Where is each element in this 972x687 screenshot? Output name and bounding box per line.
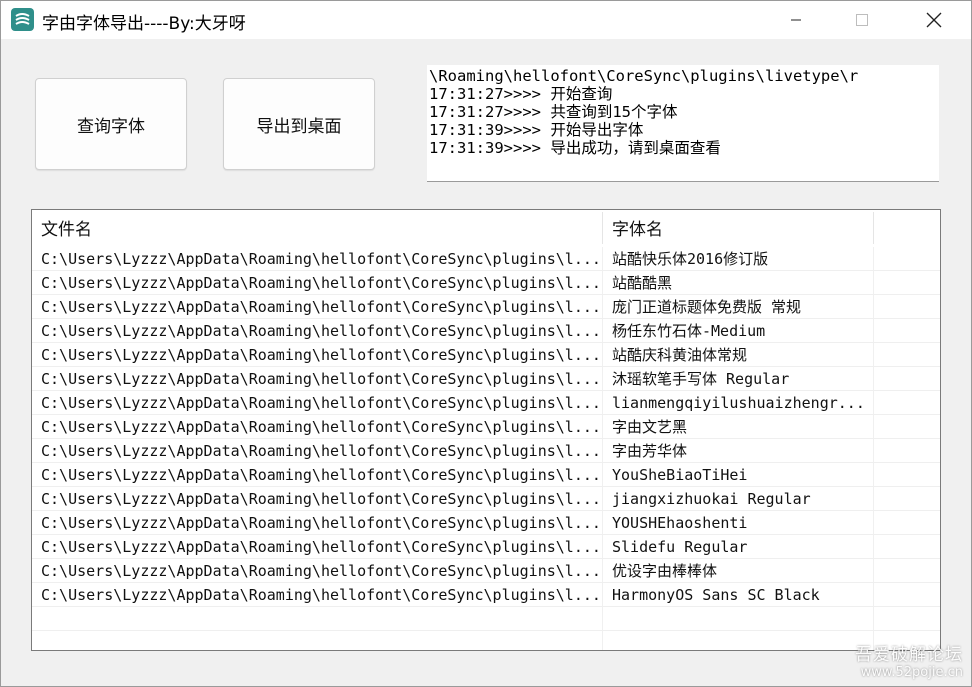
watermark-title: 吾爱破解论坛 xyxy=(855,645,963,665)
cell-filename: C:\Users\Lyzzz\AppData\Roaming\hellofont… xyxy=(41,514,601,532)
cell-filename: C:\Users\Lyzzz\AppData\Roaming\hellofont… xyxy=(41,346,601,364)
query-fonts-button[interactable]: 查询字体 xyxy=(35,78,187,170)
empty-row xyxy=(32,607,940,631)
maximize-button[interactable] xyxy=(827,1,897,39)
app-window: 字由字体导出----By:大牙呀 查询字体 导出到桌面 \Roaming\hel… xyxy=(0,0,972,687)
table-row[interactable]: C:\Users\Lyzzz\AppData\Roaming\hellofont… xyxy=(32,319,940,343)
maximize-icon xyxy=(856,14,868,26)
table-row[interactable]: C:\Users\Lyzzz\AppData\Roaming\hellofont… xyxy=(32,367,940,391)
cell-filename: C:\Users\Lyzzz\AppData\Roaming\hellofont… xyxy=(41,490,601,508)
column-header-fontname[interactable]: 字体名 xyxy=(603,210,873,246)
cell-filename: C:\Users\Lyzzz\AppData\Roaming\hellofont… xyxy=(41,562,601,580)
watermark: 吾爱破解论坛 www.52pojie.cn xyxy=(855,640,963,680)
cell-filename: C:\Users\Lyzzz\AppData\Roaming\hellofont… xyxy=(41,466,601,484)
cell-fontname: 庞门正道标题体免费版 常规 xyxy=(612,298,802,316)
table-row[interactable]: C:\Users\Lyzzz\AppData\Roaming\hellofont… xyxy=(32,271,940,295)
cell-fontname: YouSheBiaoTiHei xyxy=(612,466,748,484)
cell-fontname: HarmonyOS Sans SC Black xyxy=(612,586,820,604)
minimize-icon xyxy=(791,19,801,21)
cell-fontname: 站酷庆科黄油体常规 xyxy=(612,346,748,364)
table-row[interactable]: C:\Users\Lyzzz\AppData\Roaming\hellofont… xyxy=(32,247,940,271)
log-line: 17:31:39>>>> 开始导出字体 xyxy=(429,121,644,139)
cell-filename: C:\Users\Lyzzz\AppData\Roaming\hellofont… xyxy=(41,274,601,292)
minimize-button[interactable] xyxy=(761,1,831,39)
table-row[interactable]: C:\Users\Lyzzz\AppData\Roaming\hellofont… xyxy=(32,559,940,583)
cell-fontname: 字由芳华体 xyxy=(612,442,688,460)
font-list-table[interactable]: 文件名 字体名 C:\Users\Lyzzz\AppData\Roaming\h… xyxy=(31,209,941,651)
cell-fontname: lianmengqiyilushuaizhengr... xyxy=(612,394,865,412)
cell-filename: C:\Users\Lyzzz\AppData\Roaming\hellofont… xyxy=(41,538,601,556)
log-line: \Roaming\hellofont\CoreSync\plugins\live… xyxy=(429,67,859,85)
cell-fontname: 站酷快乐体2016修订版 xyxy=(612,250,769,268)
cell-fontname: jiangxizhuokai Regular xyxy=(612,490,811,508)
table-row[interactable]: C:\Users\Lyzzz\AppData\Roaming\hellofont… xyxy=(32,415,940,439)
log-output[interactable]: \Roaming\hellofont\CoreSync\plugins\live… xyxy=(427,65,939,182)
export-to-desktop-button[interactable]: 导出到桌面 xyxy=(223,78,375,170)
table-row[interactable]: C:\Users\Lyzzz\AppData\Roaming\hellofont… xyxy=(32,463,940,487)
client-area: 查询字体 导出到桌面 \Roaming\hellofont\CoreSync\p… xyxy=(1,39,971,686)
table-body: C:\Users\Lyzzz\AppData\Roaming\hellofont… xyxy=(32,247,940,650)
cell-filename: C:\Users\Lyzzz\AppData\Roaming\hellofont… xyxy=(41,418,601,436)
table-row[interactable]: C:\Users\Lyzzz\AppData\Roaming\hellofont… xyxy=(32,343,940,367)
cell-fontname: Slidefu Regular xyxy=(612,538,748,556)
cell-filename: C:\Users\Lyzzz\AppData\Roaming\hellofont… xyxy=(41,298,601,316)
table-row[interactable]: C:\Users\Lyzzz\AppData\Roaming\hellofont… xyxy=(32,487,940,511)
title-bar[interactable]: 字由字体导出----By:大牙呀 xyxy=(1,1,971,39)
app-logo-icon xyxy=(11,8,34,31)
log-line: 17:31:27>>>> 共查询到15个字体 xyxy=(429,103,678,121)
cell-filename: C:\Users\Lyzzz\AppData\Roaming\hellofont… xyxy=(41,442,601,460)
cell-fontname: 字由文艺黑 xyxy=(612,418,688,436)
cell-filename: C:\Users\Lyzzz\AppData\Roaming\hellofont… xyxy=(41,370,601,388)
cell-filename: C:\Users\Lyzzz\AppData\Roaming\hellofont… xyxy=(41,394,601,412)
column-divider[interactable] xyxy=(873,212,874,244)
column-header-filename[interactable]: 文件名 xyxy=(32,210,602,246)
table-row[interactable]: C:\Users\Lyzzz\AppData\Roaming\hellofont… xyxy=(32,583,940,607)
log-line: 17:31:39>>>> 导出成功，请到桌面查看 xyxy=(429,139,721,157)
table-row[interactable]: C:\Users\Lyzzz\AppData\Roaming\hellofont… xyxy=(32,511,940,535)
cell-filename: C:\Users\Lyzzz\AppData\Roaming\hellofont… xyxy=(41,250,601,268)
cell-filename: C:\Users\Lyzzz\AppData\Roaming\hellofont… xyxy=(41,586,601,604)
cell-fontname: 站酷酷黑 xyxy=(612,274,673,292)
cell-fontname: 沐瑶软笔手写体 Regular xyxy=(612,370,790,388)
window-title: 字由字体导出----By:大牙呀 xyxy=(42,14,246,34)
watermark-url: www.52pojie.cn xyxy=(860,665,963,680)
table-row[interactable]: C:\Users\Lyzzz\AppData\Roaming\hellofont… xyxy=(32,439,940,463)
cell-fontname: 杨任东竹石体-Medium xyxy=(612,322,766,340)
close-button[interactable] xyxy=(899,1,969,39)
table-header: 文件名 字体名 xyxy=(32,210,940,246)
log-line: 17:31:27>>>> 开始查询 xyxy=(429,85,613,103)
table-row[interactable]: C:\Users\Lyzzz\AppData\Roaming\hellofont… xyxy=(32,391,940,415)
close-icon xyxy=(926,12,942,28)
table-row[interactable]: C:\Users\Lyzzz\AppData\Roaming\hellofont… xyxy=(32,295,940,319)
cell-fontname: YOUSHEhaoshenti xyxy=(612,514,748,532)
empty-row xyxy=(32,631,940,650)
cell-filename: C:\Users\Lyzzz\AppData\Roaming\hellofont… xyxy=(41,322,601,340)
table-row[interactable]: C:\Users\Lyzzz\AppData\Roaming\hellofont… xyxy=(32,535,940,559)
cell-fontname: 优设字由棒棒体 xyxy=(612,562,718,580)
